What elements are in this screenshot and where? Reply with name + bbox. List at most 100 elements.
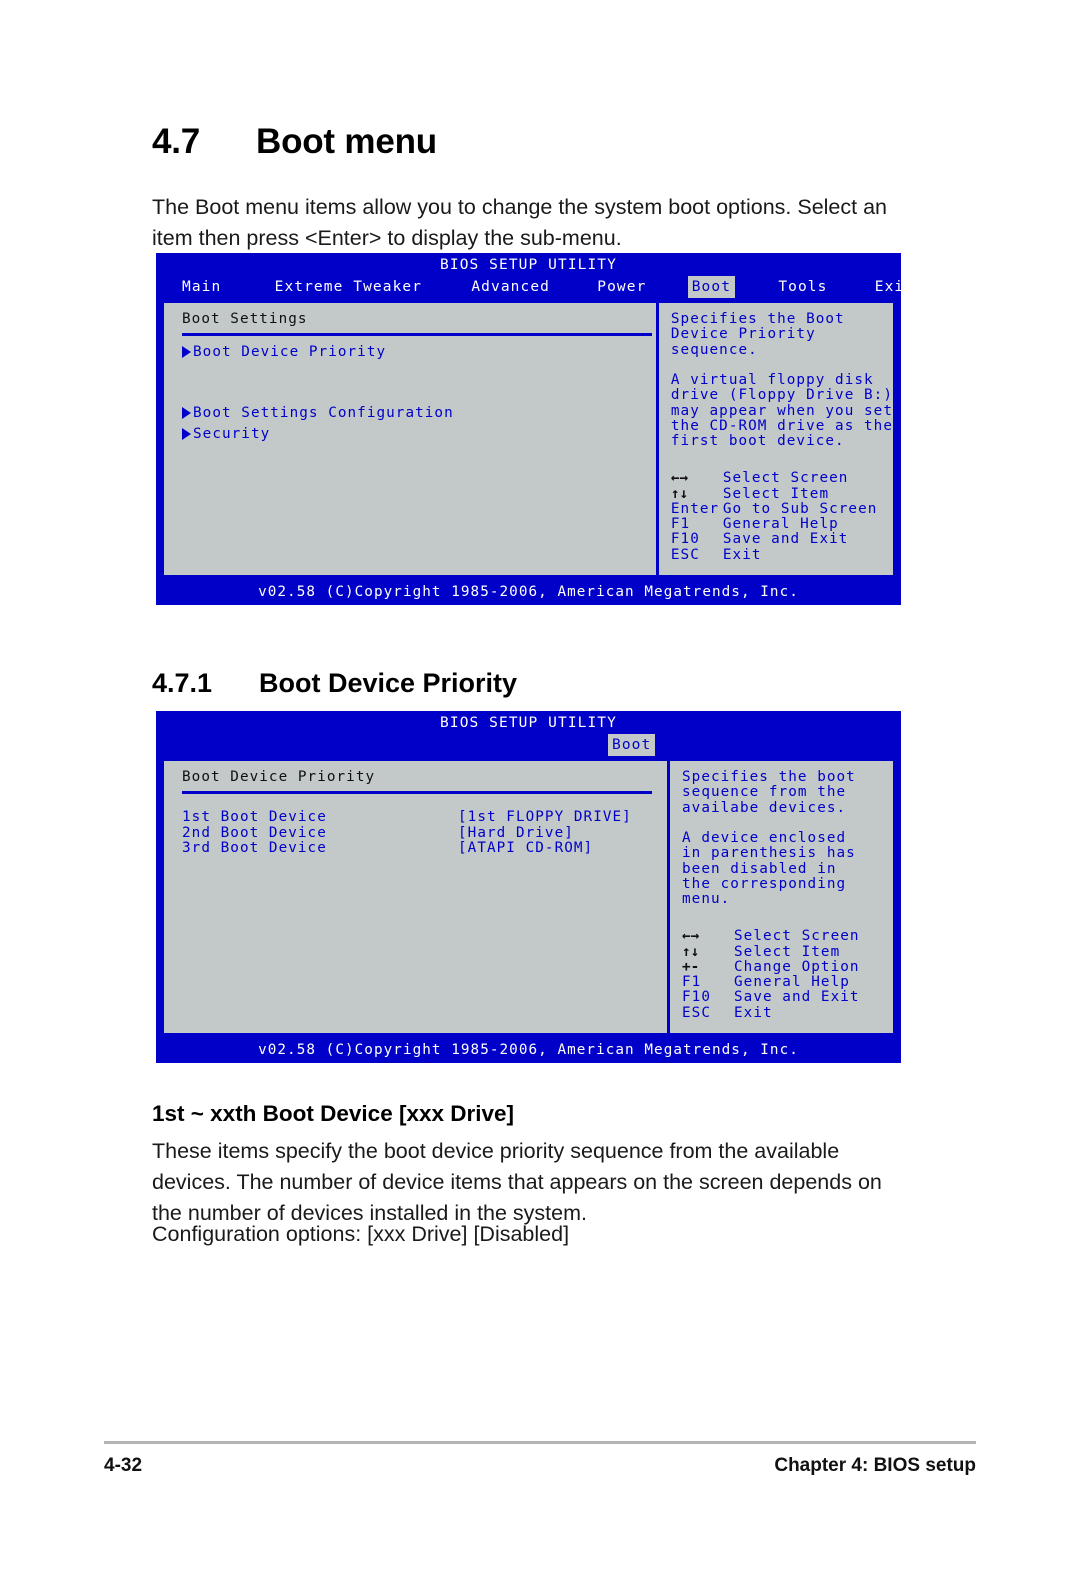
menu-tab-main[interactable]: Main <box>178 276 225 298</box>
setting-value: [Hard Drive] <box>458 824 574 841</box>
legend-action: Go to Sub Screen <box>722 500 878 517</box>
menu-item-boot-device-priority[interactable]: Boot Device Priority <box>182 345 656 360</box>
page-title: 4.7 Boot menu <box>152 122 437 162</box>
menu-tab-advanced[interactable]: Advanced <box>467 276 554 298</box>
menu-item-label: Security <box>193 425 271 442</box>
subsection-title: 4.7.1 Boot Device Priority <box>152 668 517 699</box>
setting-row-1st-boot-device[interactable]: 1st Boot Device [1st FLOPPY DRIVE] <box>182 809 667 826</box>
chapter-label: Chapter 4: BIOS setup <box>774 1455 976 1476</box>
legend-key: F1 <box>682 974 702 991</box>
subheading-boot-device: 1st ~ xxth Boot Device [xxx Drive] <box>152 1101 515 1126</box>
legend-row: ESC Exit <box>671 546 878 563</box>
legend-row: F10 Save and Exit <box>670 531 878 548</box>
menu-item-boot-settings-configuration[interactable]: Boot Settings Configuration <box>182 404 656 421</box>
help-line: A device enclosed <box>682 830 847 847</box>
menu-tab-exit[interactable]: Exit <box>871 276 918 298</box>
setting-label: 2nd Boot Device <box>182 824 327 841</box>
help-line: may appear when you set <box>670 402 893 419</box>
triangle-right-icon <box>182 346 193 359</box>
legend-row: ←→ Select Screen <box>682 928 860 945</box>
legend-row: Enter Go to Sub Screen <box>670 500 878 517</box>
legend-action: Select Screen <box>722 470 849 487</box>
help-line: sequence from the <box>682 784 847 801</box>
key-legend-1: ←→ Select Screen ↑↓ Select Item Enter Go to… <box>670 470 878 563</box>
subsection-name: Boot Device Priority <box>259 668 518 698</box>
page-number: 4-32 <box>104 1455 143 1476</box>
arrow-left-right-icon: ←→ <box>682 928 700 945</box>
legend-row: ↑↓ Select Item <box>670 485 878 502</box>
bios-screen-boot-menu: BIOS SETUP UTILITY Main Extreme Tweaker … <box>156 253 913 605</box>
help-line: Specifies the Boot <box>670 311 845 327</box>
footer-divider <box>104 1441 976 1444</box>
legend-row: F10 Save and Exit <box>682 989 860 1006</box>
help-line: Device Priority <box>670 326 816 343</box>
legend-key: ESC <box>682 1004 711 1021</box>
legend-action: General Help <box>734 974 850 991</box>
subsection-number: 4.7.1 <box>152 668 213 698</box>
legend-action: Save and Exit <box>722 531 849 548</box>
setting-row-2nd-boot-device[interactable]: 2nd Boot Device [Hard Drive] <box>182 824 667 841</box>
menu-item-label: Boot Settings Configuration <box>193 404 454 421</box>
bios-menubar-2: Boot <box>156 734 901 756</box>
legend-action: Select Item <box>722 485 830 502</box>
menu-tab-boot[interactable]: Boot <box>687 276 736 298</box>
help-line: A virtual floppy disk <box>670 372 874 389</box>
setting-row-3rd-boot-device[interactable]: 3rd Boot Device [ATAPI CD-ROM] <box>182 839 667 856</box>
help-line: Specifies the boot <box>682 769 856 785</box>
intro-paragraph: The Boot menu items allow you to change … <box>152 195 887 250</box>
help-line: the CD-ROM drive as the <box>670 418 893 435</box>
menu-tab-extreme-tweaker[interactable]: Extreme Tweaker <box>271 276 426 298</box>
triangle-right-icon <box>182 427 193 440</box>
key-legend-2: ←→ Select Screen ↑↓ Select Item +- Change O… <box>682 928 860 1021</box>
legend-row: F1 General Help <box>671 516 878 533</box>
menu-tab-tools[interactable]: Tools <box>774 276 831 298</box>
legend-action: Exit <box>722 546 762 563</box>
arrow-up-down-icon: ↑↓ <box>682 943 700 960</box>
help-line: the corresponding <box>682 876 847 893</box>
legend-row: ↑↓ Select Item <box>682 943 860 960</box>
menu-tab-boot[interactable]: Boot <box>608 734 656 756</box>
legend-key: Enter <box>670 500 720 517</box>
menu-item-security[interactable]: Security <box>182 425 656 442</box>
bios-title-2: BIOS SETUP UTILITY <box>440 715 617 731</box>
bios-screen-boot-device-priority: BIOS SETUP UTILITY Boot Boot Device Prio… <box>156 711 901 1063</box>
arrow-left-right-icon: ←→ <box>670 470 689 487</box>
bios-copyright-1: v02.58 (C)Copyright 1985-2006, American … <box>156 581 901 605</box>
legend-row: +- Change Option <box>682 958 860 975</box>
help-line <box>682 816 893 831</box>
legend-action: General Help <box>722 516 839 533</box>
section-number: 4.7 <box>152 122 201 161</box>
bios-menubar-1: Main Extreme Tweaker Advanced Power Boot… <box>156 276 913 298</box>
menu-tab-power[interactable]: Power <box>593 276 650 298</box>
legend-action: Change Option <box>734 958 860 975</box>
help-line: been disabled in <box>682 860 837 877</box>
panel-title-boot-device-priority: Boot Device Priority <box>182 769 376 785</box>
setting-value: [1st FLOPPY DRIVE] <box>458 809 632 826</box>
bios-copyright-2: v02.58 (C)Copyright 1985-2006, American … <box>156 1039 901 1063</box>
legend-key: F10 <box>682 989 711 1006</box>
help-line: first boot device. <box>670 433 845 450</box>
help-line: availabe devices. <box>682 799 847 816</box>
body-paragraph: These items specify the boot device prio… <box>152 1139 882 1225</box>
setting-label: 1st Boot Device <box>182 809 327 826</box>
bios-title-1: BIOS SETUP UTILITY <box>440 257 617 273</box>
help-line <box>671 358 893 373</box>
bios-main-panel-1: Boot Settings Boot Device Priority Boot … <box>164 303 659 575</box>
help-line: menu. <box>682 891 731 908</box>
legend-row: ESC Exit <box>682 1004 860 1021</box>
menu-item-label: Boot Device Priority <box>193 344 387 361</box>
arrow-up-down-icon: ↑↓ <box>670 485 689 502</box>
bios-body-2: Boot Device Priority 1st Boot Device [1st… <box>162 759 895 1035</box>
help-line: sequence. <box>670 341 758 358</box>
legend-action: Exit <box>734 1004 773 1021</box>
setting-label: 3rd Boot Device <box>182 839 327 856</box>
config-options-line: Configuration options: [xxx Drive] [Disa… <box>152 1222 570 1246</box>
help-line: drive (Floppy Drive B:) <box>670 387 893 404</box>
legend-action: Select Screen <box>734 928 860 945</box>
legend-row: F1 General Help <box>682 974 860 991</box>
legend-key: F10 <box>670 531 700 548</box>
triangle-right-icon <box>182 406 193 419</box>
help-line: in parenthesis has <box>682 845 856 862</box>
